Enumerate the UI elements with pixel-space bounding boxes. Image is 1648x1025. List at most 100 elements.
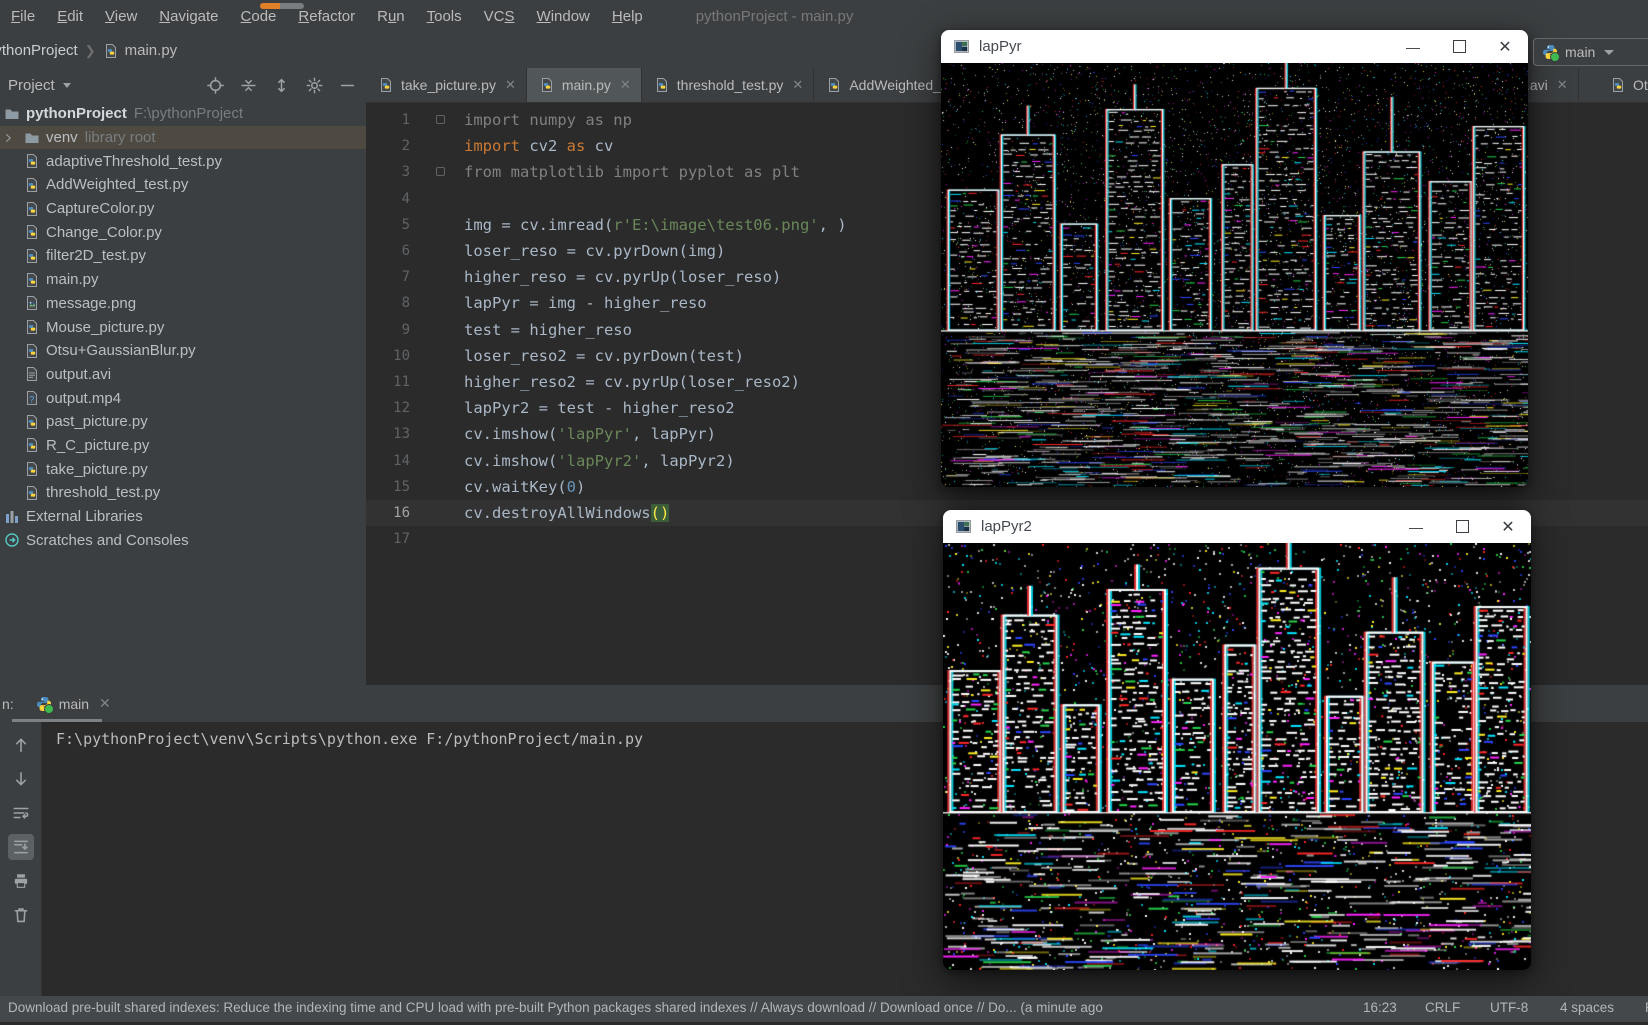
window-title-bar[interactable]: lapPyr — ✕ — [941, 30, 1528, 63]
tree-item-capturecolor-py[interactable]: CaptureColor.py — [0, 197, 366, 221]
run-tab-main[interactable]: main ✕ — [36, 685, 111, 722]
minimize-button[interactable]: — — [1393, 510, 1439, 543]
menu-item-tools[interactable]: Tools — [416, 8, 473, 25]
tree-item-r-c-picture-py[interactable]: R_C_picture.py — [0, 434, 366, 458]
minimize-button[interactable]: — — [1390, 30, 1436, 63]
settings-gear-icon[interactable] — [306, 77, 323, 94]
run-tab-underline — [12, 719, 102, 722]
soft-wrap-icon[interactable] — [8, 800, 34, 826]
code-text: higher_reso2 = cv.pyrUp(loser_reso2) — [464, 373, 800, 391]
tree-item-message-png[interactable]: message.png — [0, 292, 366, 316]
editor-tab-take_picture-py[interactable]: take_picture.py✕ — [366, 68, 527, 102]
menu-item-help[interactable]: Help — [601, 8, 654, 25]
status-widget-crlf[interactable]: CRLF — [1425, 1000, 1460, 1015]
status-widget-16-23[interactable]: 16:23 — [1363, 1000, 1397, 1015]
status-message[interactable]: Download pre-built shared indexes: Reduc… — [8, 1000, 1103, 1015]
print-icon[interactable] — [8, 868, 34, 894]
locate-icon[interactable] — [207, 77, 224, 94]
folder-icon — [4, 106, 21, 122]
tree-item-filter2d-test-py[interactable]: filter2D_test.py — [0, 244, 366, 268]
py-icon — [24, 153, 41, 169]
opencv-window-lappyr2[interactable]: lapPyr2 — ✕ — [943, 510, 1531, 970]
code-text: cv.waitKey(0) — [464, 478, 585, 496]
close-icon[interactable]: ✕ — [1557, 77, 1568, 93]
opencv-image-lappyr — [941, 63, 1528, 487]
svg-text:?: ? — [29, 395, 34, 405]
line-number: 4 — [366, 191, 410, 207]
jump-to-next-icon[interactable] — [8, 766, 34, 792]
status-widget-4-spaces[interactable]: 4 spaces — [1560, 1000, 1614, 1015]
opencv-window-lappyr[interactable]: lapPyr — ✕ — [941, 30, 1528, 487]
tree-item-label: Change_Color.py — [46, 224, 162, 241]
code-text: cv.imshow('lapPyr', lapPyr) — [464, 425, 716, 443]
close-icon[interactable]: ✕ — [99, 695, 111, 712]
menu-item-navigate[interactable]: Navigate — [148, 8, 229, 25]
menu-item-run[interactable]: Run — [366, 8, 416, 25]
menu-items: FileEditViewNavigateCodeRefactorRunTools… — [0, 8, 654, 25]
maximize-button[interactable] — [1439, 510, 1485, 543]
tree-item-change-color-py[interactable]: Change_Color.py — [0, 220, 366, 244]
py-icon — [24, 248, 41, 264]
close-button[interactable]: ✕ — [1485, 510, 1531, 543]
tree-item-scratches-and-consoles[interactable]: Scratches and Consoles — [0, 528, 366, 552]
editor-tab-threshold_test-py[interactable]: threshold_test.py ✕ — [642, 68, 815, 102]
menu-item-edit[interactable]: Edit — [46, 8, 94, 25]
close-button[interactable]: ✕ — [1482, 30, 1528, 63]
jump-to-previous-icon[interactable] — [8, 732, 34, 758]
maximize-button[interactable] — [1436, 30, 1482, 63]
tree-item-output-avi[interactable]: output.avi — [0, 363, 366, 387]
tree-item-adaptivethreshold-test-py[interactable]: adaptiveThreshold_test.py — [0, 149, 366, 173]
tree-item-label: filter2D_test.py — [46, 247, 146, 264]
close-icon[interactable]: ✕ — [792, 77, 803, 93]
menu-item-file[interactable]: File — [0, 8, 46, 25]
py-icon — [24, 272, 41, 288]
breadcrumb-project[interactable]: pythonProject — [0, 42, 78, 59]
scroll-to-end-icon[interactable] — [8, 834, 34, 860]
window-title: lapPyr2 — [981, 518, 1032, 535]
py-icon — [24, 177, 41, 193]
tree-item-pythonproject[interactable]: pythonProjectF:\pythonProject — [0, 102, 366, 126]
hide-panel-icon[interactable] — [339, 77, 356, 94]
menu-item-vcs[interactable]: VCS — [473, 8, 526, 25]
line-number: 6 — [366, 243, 410, 259]
tree-item-otsu-gaussianblur-py[interactable]: Otsu+GaussianBlur.py — [0, 339, 366, 363]
breadcrumb[interactable]: pythonProject ❯ main.py — [0, 42, 177, 59]
tab-label: threshold_test.py — [677, 77, 784, 93]
tree-item-threshold-test-py[interactable]: threshold_test.py — [0, 481, 366, 505]
tree-item-venv[interactable]: venvlibrary root — [0, 126, 366, 150]
editor-tab-main-py[interactable]: main.py✕ — [527, 68, 642, 102]
breadcrumb-separator-icon: ❯ — [85, 43, 96, 59]
window-title: lapPyr — [979, 38, 1022, 55]
collapse-all-icon[interactable] — [240, 77, 257, 94]
tree-item-hint: F:\pythonProject — [134, 105, 243, 122]
menu-item-code[interactable]: Code — [230, 8, 288, 25]
tree-item-output-mp4[interactable]: ?output.mp4 — [0, 386, 366, 410]
python-file-icon — [539, 77, 555, 93]
py-icon — [24, 461, 41, 477]
editor-tab-otsu-gaussianblur-py[interactable]: Otsu+GaussianBlur.py✕ — [1598, 68, 1648, 102]
tree-item-mouse-picture-py[interactable]: Mouse_picture.py — [0, 315, 366, 339]
python-run-icon — [36, 696, 52, 712]
window-title-bar[interactable]: lapPyr2 — ✕ — [943, 510, 1531, 543]
tree-item-main-py[interactable]: main.py — [0, 268, 366, 292]
breadcrumb-file[interactable]: main.py — [125, 42, 178, 59]
python-file-icon — [378, 77, 394, 93]
tree-item-external-libraries[interactable]: External Libraries — [0, 505, 366, 529]
menu-item-window[interactable]: Window — [526, 8, 601, 25]
tree-item-take-picture-py[interactable]: take_picture.py — [0, 457, 366, 481]
tree-item-past-picture-py[interactable]: past_picture.py — [0, 410, 366, 434]
chevron-right-icon[interactable] — [2, 132, 16, 144]
clear-console-icon[interactable] — [8, 902, 34, 928]
close-icon[interactable]: ✕ — [505, 77, 516, 93]
expand-all-icon[interactable] — [273, 77, 290, 94]
menu-item-refactor[interactable]: Refactor — [287, 8, 366, 25]
close-icon[interactable]: ✕ — [620, 77, 631, 93]
status-widget-utf-8[interactable]: UTF-8 — [1490, 1000, 1528, 1015]
project-panel-title[interactable]: Project — [8, 77, 55, 94]
menu-item-view[interactable]: View — [94, 8, 148, 25]
indexing-progress-bar — [260, 3, 304, 9]
code-text: higher_reso = cv.pyrUp(loser_reso) — [464, 268, 781, 286]
tree-item-label: take_picture.py — [46, 461, 148, 478]
tree-item-addweighted-test-py[interactable]: AddWeighted_test.py — [0, 173, 366, 197]
run-configuration-selector[interactable]: main — [1533, 38, 1648, 66]
